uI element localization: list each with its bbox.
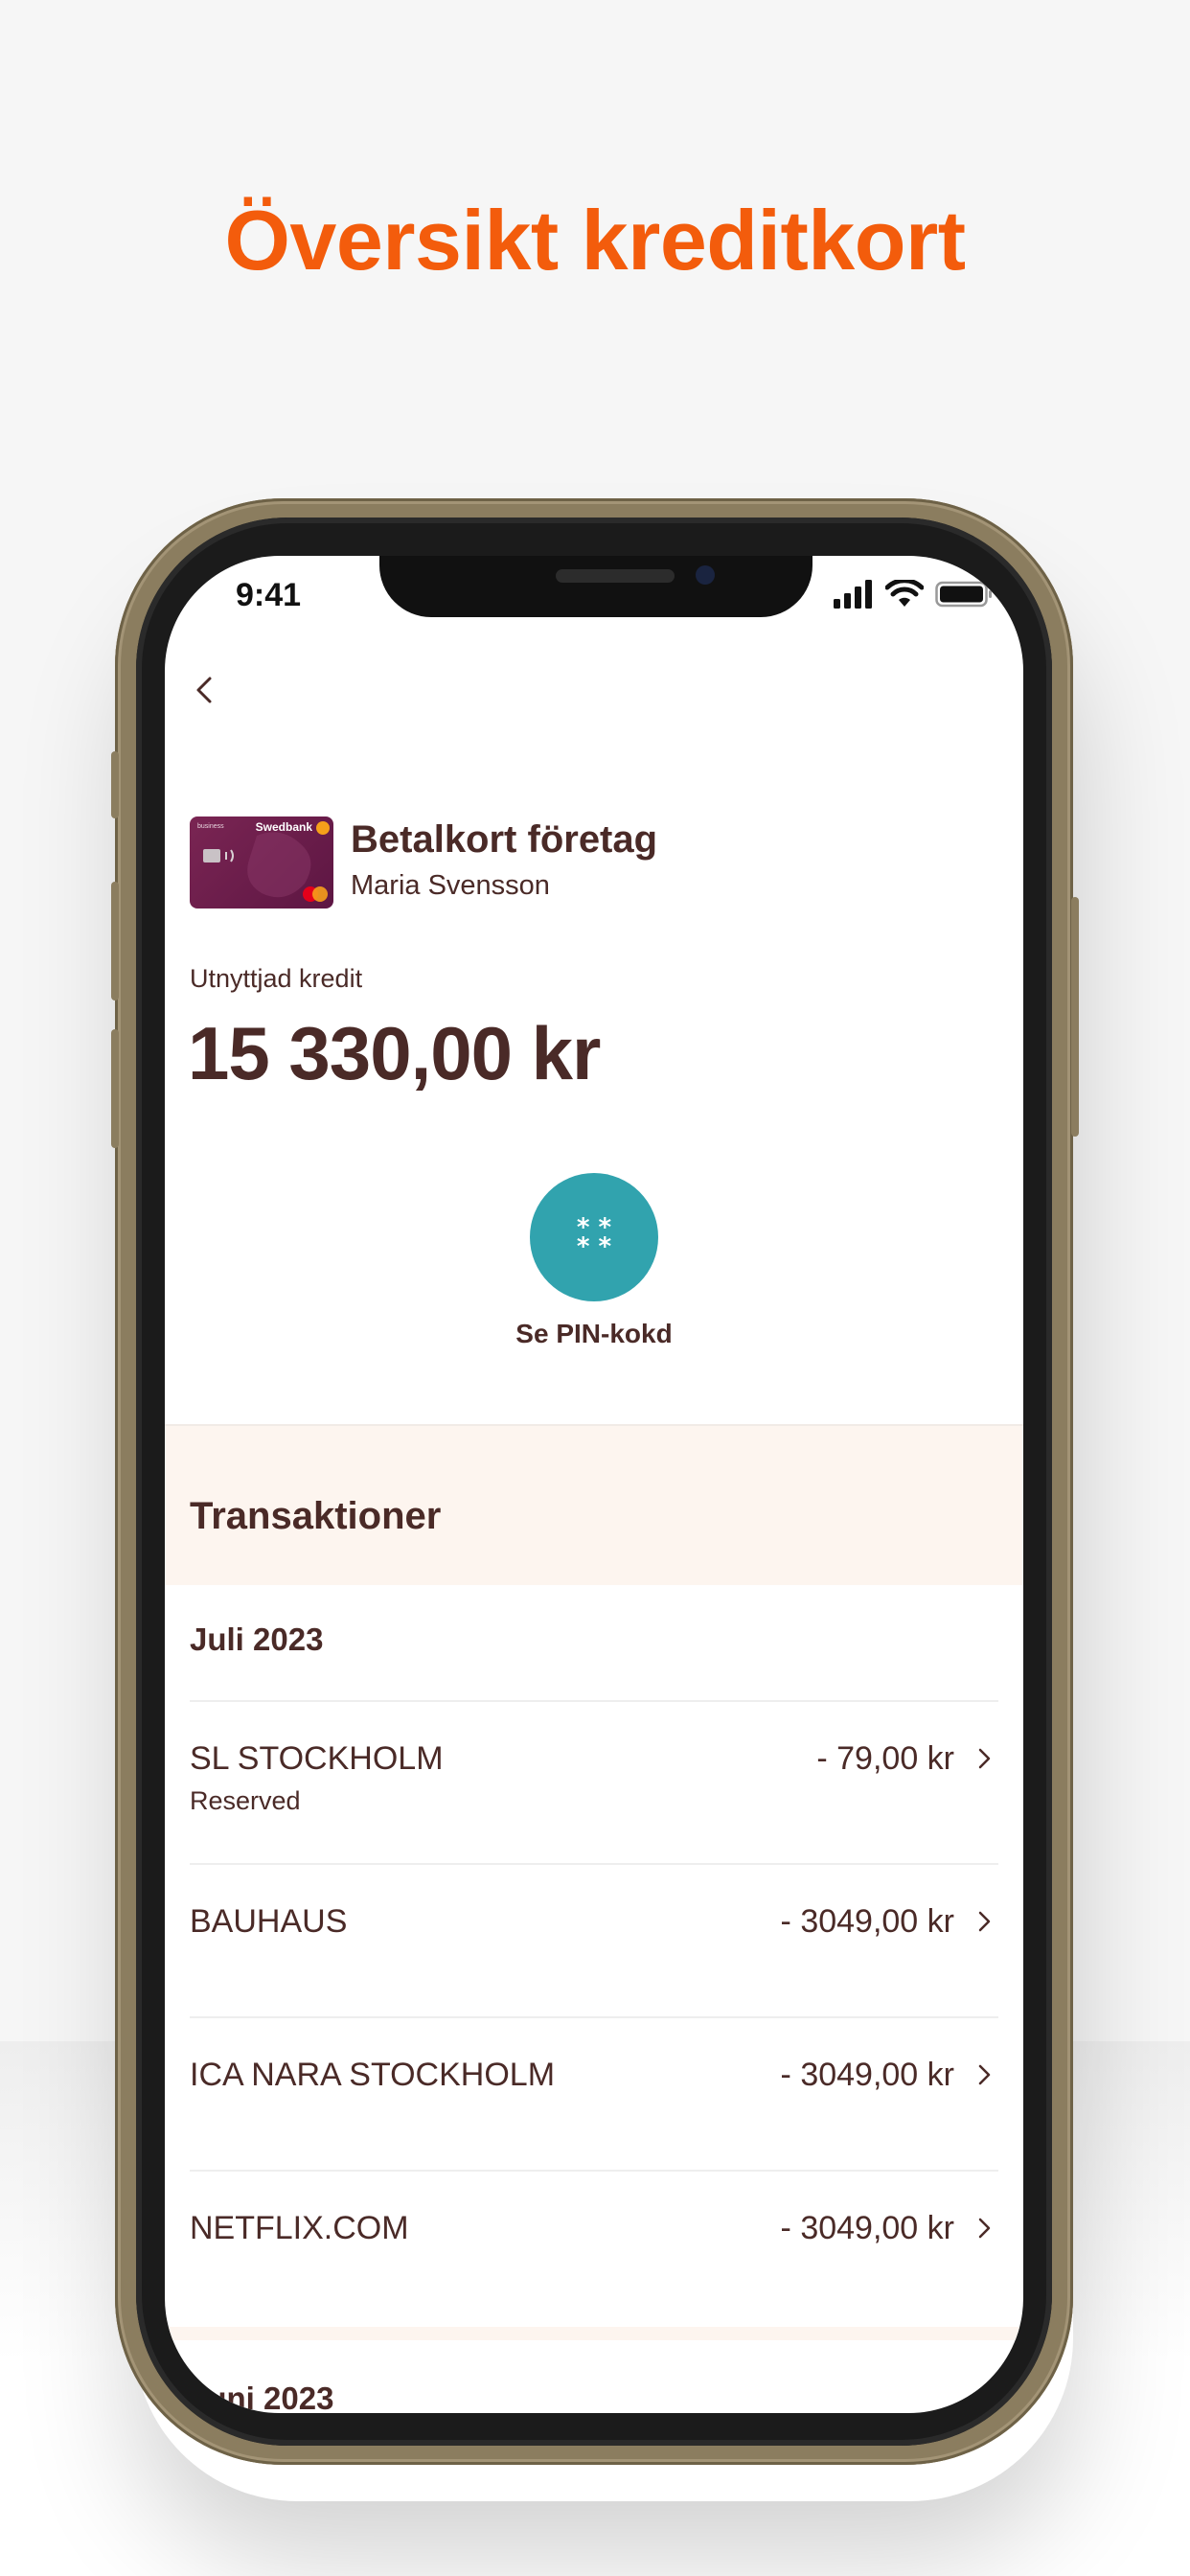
section-separator [165,2327,1023,2340]
wifi-icon [885,580,924,607]
speaker-grille [556,569,675,583]
phone-notch [379,556,812,617]
transaction-status: Reserved [190,1786,301,1815]
show-pin-button[interactable]: * * * * [530,1173,658,1301]
transaction-merchant: NETFLIX.COM [190,2210,409,2246]
transaction-merchant: SL STOCKHOLM [190,1740,444,1777]
card-small-text: business [197,823,224,830]
transaction-amount: - 3049,00 kr [780,1903,954,1940]
phone-side-button-silent [111,751,119,818]
phone-screen: 9:41 Swedbank business Betalkort företag… [165,556,1023,2413]
credit-label: Utnyttjad kredit [190,964,363,993]
battery-icon [935,581,992,608]
transactions-header: Transaktioner [165,1426,1023,1585]
status-icons [834,579,993,610]
card-name: Betalkort företag [351,818,658,861]
transaction-row[interactable]: NETFLIX.COM - 3049,00 kr [190,2170,998,2323]
card-thumbnail: Swedbank business [190,816,333,908]
signal-icon [834,580,872,609]
show-pin-label[interactable]: Se PIN-kokd [165,1319,1023,1349]
transaction-row[interactable]: BAUHAUS - 3049,00 kr [190,1863,998,2016]
card-brand-text: Swedbank [255,820,312,834]
month-label: Juli 2023 [190,1622,324,1657]
transaction-amount: - 3049,00 kr [780,2210,954,2246]
asterisks-icon: * * * * [576,1215,612,1261]
transaction-merchant: ICA NARA STOCKHOLM [190,2057,556,2093]
front-camera [696,565,715,585]
promo-title: Översikt kreditkort [224,193,966,288]
credit-amount: 15 330,00 kr [188,1011,601,1095]
chevron-left-icon[interactable] [186,671,224,709]
chevron-right-icon [978,2064,991,2085]
transactions-title: Transaktioner [190,1495,442,1537]
status-time: 9:41 [236,577,302,613]
chevron-right-icon [978,2218,991,2239]
phone-side-button-volume-up [111,882,119,1000]
transaction-merchant: BAUHAUS [190,1903,348,1940]
chevron-right-icon [978,1911,991,1932]
transaction-row[interactable]: SL STOCKHOLM Reserved - 79,00 kr [190,1700,998,1863]
asterisks-row-2: * * [576,1232,612,1261]
phone-side-button-power [1071,897,1079,1137]
month-label: Juni 2023 [190,2380,334,2413]
transaction-row[interactable]: ICA NARA STOCKHOLM - 3049,00 kr [190,2016,998,2170]
phone-side-button-volume-down [111,1029,119,1148]
transaction-amount: - 3049,00 kr [780,2057,954,2093]
card-holder: Maria Svensson [351,870,550,901]
transaction-amount: - 79,00 kr [816,1740,954,1777]
chevron-right-icon [978,1748,991,1769]
